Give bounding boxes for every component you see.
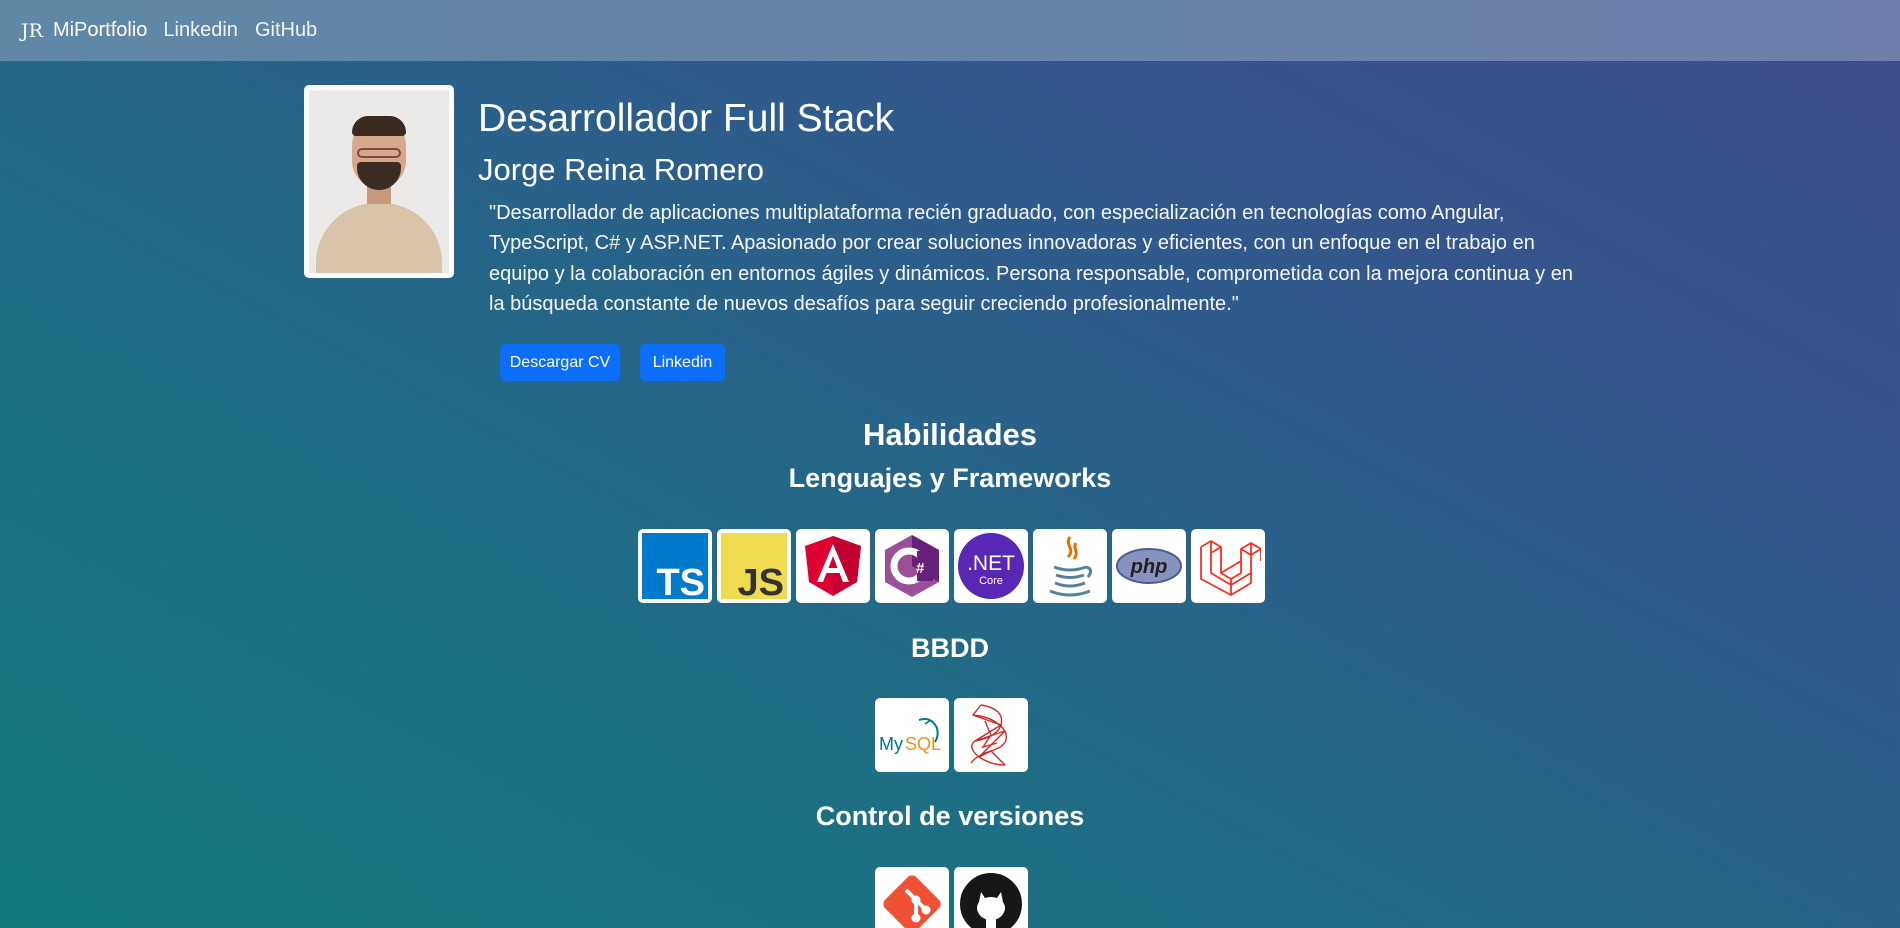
- csharp-icon: #: [875, 529, 949, 603]
- java-icon: [1033, 529, 1107, 603]
- dotnet-core-icon: .NET Core: [954, 529, 1028, 603]
- svg-text:JS: JS: [738, 562, 784, 599]
- svg-text:Core: Core: [979, 575, 1003, 587]
- version-control-icon-row: [875, 867, 1028, 928]
- profile-photo-image: [309, 90, 449, 273]
- svg-text:.NET: .NET: [967, 552, 1015, 575]
- databases-icon-row: My SQL: [875, 698, 1028, 772]
- git-icon: [875, 867, 949, 928]
- nav-link-linkedin[interactable]: Linkedin: [163, 19, 238, 42]
- mysql-icon: My SQL: [875, 698, 949, 772]
- linkedin-button[interactable]: Linkedin: [640, 344, 725, 381]
- download-cv-button[interactable]: Descargar CV: [500, 344, 620, 381]
- javascript-icon: JS: [717, 529, 791, 603]
- laravel-icon: [1191, 529, 1265, 603]
- databases-heading: BBDD: [911, 633, 989, 663]
- languages-icon-row: TS JS # .NET Core php: [638, 529, 1265, 603]
- languages-heading: Lenguajes y Frameworks: [788, 463, 1112, 493]
- svg-text:#: #: [916, 560, 925, 577]
- profile-photo: [304, 85, 454, 278]
- github-icon: [954, 867, 1028, 928]
- person-name: Jorge Reina Romero: [478, 152, 765, 187]
- sql-server-icon: [954, 698, 1028, 772]
- svg-text:php: php: [1130, 556, 1168, 578]
- typescript-icon: TS: [638, 529, 712, 603]
- version-control-heading: Control de versiones: [815, 801, 1085, 831]
- navbar: JR MiPortfolio Linkedin GitHub: [0, 0, 1900, 61]
- skills-heading: Habilidades: [863, 417, 1037, 452]
- php-icon: php: [1112, 529, 1186, 603]
- angular-icon: [796, 529, 870, 603]
- brand-link[interactable]: MiPortfolio: [53, 19, 147, 42]
- bio-text: "Desarrollador de aplicaciones multiplat…: [489, 202, 1573, 316]
- brand-logo[interactable]: JR: [21, 20, 43, 42]
- nav-link-github[interactable]: GitHub: [255, 19, 317, 42]
- page-title: Desarrollador Full Stack: [478, 97, 895, 140]
- svg-text:TS: TS: [656, 562, 705, 599]
- svg-text:SQL: SQL: [905, 734, 941, 754]
- svg-text:My: My: [879, 734, 903, 754]
